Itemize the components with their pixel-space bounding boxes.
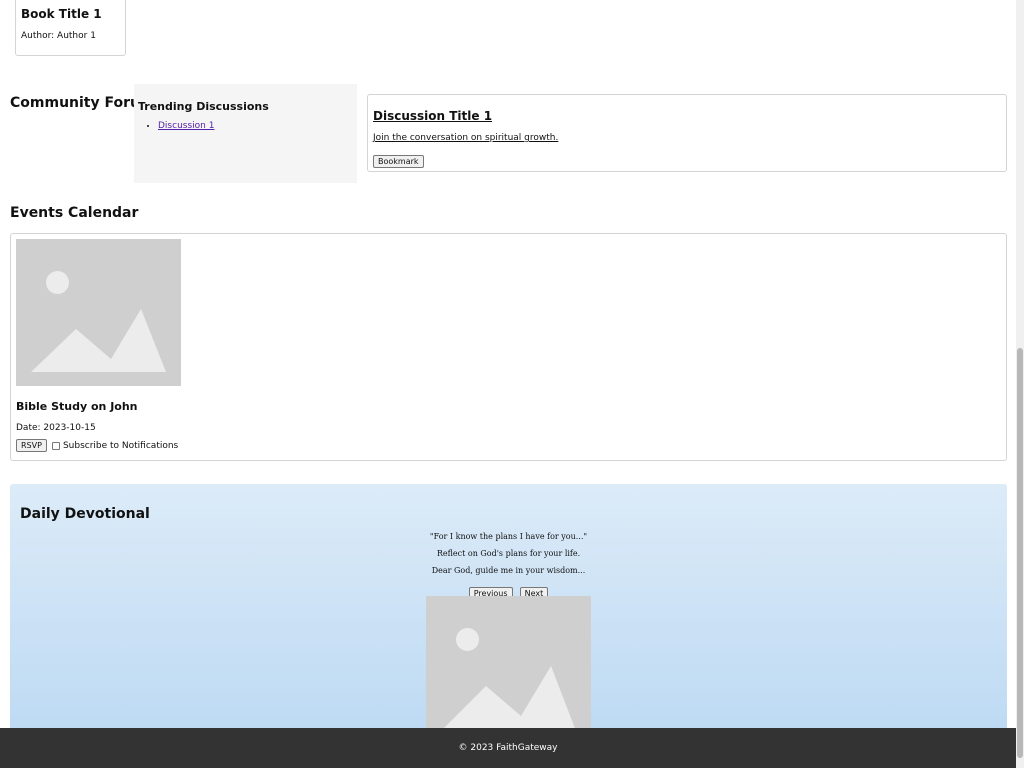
image-placeholder-icon xyxy=(16,239,181,386)
discussion-card: Discussion Title 1 Join the conversation… xyxy=(367,94,1007,172)
subscribe-label: Subscribe to Notifications xyxy=(62,440,179,451)
list-item: Discussion 1 xyxy=(158,121,353,131)
devotional-lines: "For I know the plans I have for you..."… xyxy=(20,532,997,575)
community-forum-heading: Community Forum xyxy=(10,95,155,111)
rsvp-button[interactable]: RSVP xyxy=(16,439,47,452)
events-calendar-heading: Events Calendar xyxy=(10,205,139,221)
daily-devotional-heading: Daily Devotional xyxy=(20,506,150,522)
event-title: Bible Study on John xyxy=(16,400,138,413)
book-author: Author: Author 1 xyxy=(21,31,96,41)
event-card: Bible Study on John Date: 2023-10-15 RSV… xyxy=(10,233,1007,461)
page: Book Title 1 Author: Author 1 Community … xyxy=(0,0,1016,728)
image-placeholder-icon xyxy=(426,596,591,728)
subscribe-checkbox[interactable] xyxy=(51,441,60,450)
discussion-title: Discussion Title 1 xyxy=(373,109,493,123)
devotional-verse: "For I know the plans I have for you..." xyxy=(429,532,588,541)
page-scrollbar[interactable] xyxy=(1016,0,1024,768)
scrollbar-thumb[interactable] xyxy=(1017,348,1023,758)
discussion-text: Join the conversation on spiritual growt… xyxy=(373,133,559,143)
event-date: Date: 2023-10-15 xyxy=(16,423,96,433)
daily-devotional-section: Daily Devotional "For I know the plans I… xyxy=(10,484,1007,728)
book-title: Book Title 1 xyxy=(21,7,102,21)
book-card: Book Title 1 Author: Author 1 xyxy=(15,0,126,56)
discussion-link[interactable]: Discussion 1 xyxy=(158,121,214,131)
trending-discussions-panel: Trending Discussions Discussion 1 xyxy=(134,84,357,183)
trending-discussions-title: Trending Discussions xyxy=(138,100,269,113)
trending-list: Discussion 1 xyxy=(158,121,353,131)
footer-text: © 2023 FaithGateway xyxy=(458,743,558,753)
footer: © 2023 FaithGateway xyxy=(0,728,1016,768)
bookmark-button[interactable]: Bookmark xyxy=(373,155,424,168)
devotional-reflection: Reflect on God's plans for your life. xyxy=(436,549,581,558)
event-actions: RSVP Subscribe to Notifications xyxy=(16,439,1001,452)
devotional-prayer: Dear God, guide me in your wisdom... xyxy=(431,566,586,575)
